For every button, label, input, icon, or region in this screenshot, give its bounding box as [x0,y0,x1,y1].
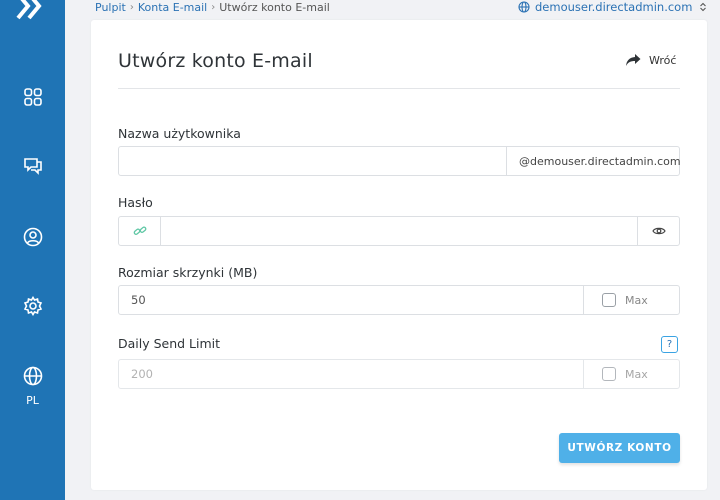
chat-icon [23,158,42,175]
create-email-card: Utwórz konto E-mail Wróć Nazwa użytkowni… [91,20,707,490]
breadcrumb-separator-icon: › [129,1,134,13]
domain-selector-label: demouser.directadmin.com [535,0,693,14]
username-label: Nazwa użytkownika [118,126,241,141]
globe-icon [23,366,42,386]
sidebar-item-account[interactable] [0,227,65,247]
send-limit-input[interactable] [119,360,583,388]
mailbox-size-max-toggle[interactable]: Max [583,286,679,314]
sidebar: PL [0,0,65,500]
chevron-up-down-icon [700,2,707,12]
sidebar-item-dashboard[interactable] [0,87,65,107]
mailbox-size-max-checkbox[interactable] [602,293,616,307]
user-circle-icon [23,227,42,247]
breadcrumb-item-email-accounts[interactable]: Konta E-mail [138,1,207,14]
send-limit-help-button[interactable]: ? [661,336,678,353]
send-limit-max-checkbox[interactable] [602,367,616,381]
password-label: Hasło [118,195,153,210]
mailbox-size-label: Rozmiar skrzynki (MB) [118,265,258,280]
mailbox-size-max-label: Max [625,293,648,307]
link-icon [133,226,146,235]
username-input[interactable] [119,147,506,175]
breadcrumb-item-current: Utwórz konto E-mail [219,0,330,14]
breadcrumb-separator-icon: › [211,1,216,13]
sidebar-item-messages[interactable] [0,156,65,176]
username-domain-suffix: @demouser.directadmin.com [506,147,681,175]
grid-icon [23,88,42,106]
create-account-button[interactable]: UTWÓRZ KONTO [559,433,680,463]
breadcrumb: Pulpit › Konta E-mail › Utwórz konto E-m… [95,0,330,14]
breadcrumb-item-dashboard[interactable]: Pulpit [95,1,126,14]
send-limit-field-group: Max [118,359,680,389]
back-button[interactable]: Wróć [625,53,676,67]
globe-icon [518,1,530,13]
sidebar-item-settings[interactable] [0,296,65,316]
toggle-password-visibility-button[interactable] [637,217,679,245]
generate-password-button[interactable] [119,217,161,245]
send-limit-max-label: Max [625,367,648,381]
back-button-label: Wróć [649,53,677,67]
send-limit-label: Daily Send Limit [118,336,221,351]
mailbox-size-input[interactable] [119,286,583,314]
username-field-group: @demouser.directadmin.com [118,146,681,176]
mailbox-size-field-group: Max [118,285,680,315]
gear-icon [23,296,42,316]
logo-icon[interactable] [14,0,48,24]
send-limit-max-toggle[interactable]: Max [583,360,679,388]
password-field-group [118,216,680,246]
password-input[interactable] [161,217,637,245]
share-arrow-icon [626,54,641,66]
domain-selector[interactable]: demouser.directadmin.com [518,0,713,14]
language-label: PL [26,394,39,407]
eye-icon [651,227,666,235]
sidebar-item-language[interactable]: PL [0,366,65,407]
page-title: Utwórz konto E-mail [118,50,313,72]
title-divider [118,88,680,89]
